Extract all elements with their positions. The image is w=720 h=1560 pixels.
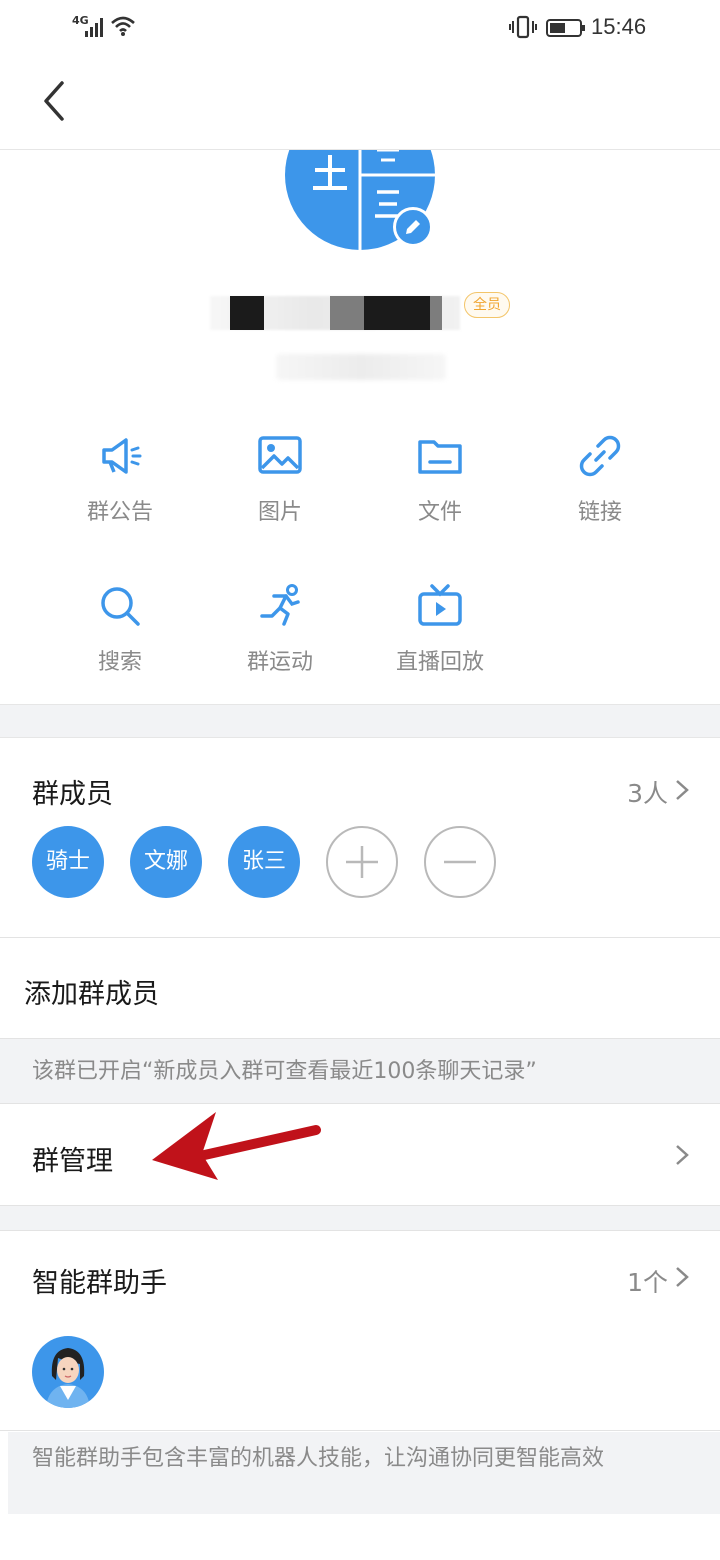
wifi-icon	[111, 16, 135, 36]
assistant-avatar[interactable]	[32, 1336, 104, 1408]
tv-play-icon	[418, 584, 462, 626]
image-icon	[258, 436, 302, 474]
section-gap	[0, 704, 720, 738]
func-links[interactable]: 链接	[520, 420, 680, 540]
members-count: 3人	[627, 779, 668, 808]
group-manage-row[interactable]: 群管理	[0, 1105, 720, 1205]
assistant-description: 智能群助手包含丰富的机器人技能，让沟通协同更智能高效	[8, 1432, 720, 1514]
chevron-left-icon	[44, 81, 64, 121]
link-icon	[579, 435, 621, 477]
member-avatar[interactable]: 骑士	[32, 826, 104, 898]
plus-icon	[346, 846, 378, 878]
add-member-row[interactable]: 添加群成员	[0, 938, 720, 1038]
func-sport[interactable]: 群运动	[200, 570, 360, 690]
func-images[interactable]: 图片	[200, 420, 360, 540]
add-member-label: 添加群成员	[24, 979, 159, 1010]
search-icon	[101, 587, 140, 626]
running-icon	[260, 584, 300, 626]
vibrate-icon	[509, 15, 537, 39]
func-label: 群公告	[86, 500, 153, 525]
func-label: 直播回放	[395, 650, 484, 675]
assistant-section: 智能群助手 1个	[0, 1231, 720, 1431]
signal-icon	[85, 18, 103, 37]
section-gap	[0, 1205, 720, 1231]
annotation-arrow	[152, 1112, 321, 1180]
remove-member-button[interactable]	[424, 826, 496, 898]
clock: 15:46	[591, 14, 647, 39]
group-subtitle-redacted	[276, 354, 446, 380]
func-announcement[interactable]: 群公告	[40, 420, 200, 540]
megaphone-icon	[102, 438, 142, 474]
func-live-replay[interactable]: 直播回放	[360, 570, 520, 690]
func-search[interactable]: 搜索	[40, 570, 200, 690]
func-label: 文件	[417, 500, 462, 525]
history-notice-bar: 该群已开启“新成员入群可查看最近100条聊天记录”	[0, 1038, 720, 1104]
chevron-right-icon	[676, 1267, 689, 1287]
assistant-header[interactable]: 智能群助手 1个	[0, 1231, 720, 1321]
back-button[interactable]	[30, 76, 80, 126]
minus-icon	[444, 860, 476, 864]
members-header[interactable]: 群成员 3人	[0, 738, 720, 818]
member-avatar[interactable]: 文娜	[130, 826, 202, 898]
status-bar: 4G 15:46	[0, 0, 720, 56]
assistant-count: 1个	[627, 1268, 668, 1297]
chevron-right-icon	[676, 1145, 689, 1165]
edit-avatar-button[interactable]	[393, 207, 433, 247]
pencil-icon	[406, 220, 420, 234]
group-name-row: 全员	[0, 284, 720, 334]
redaction-block	[230, 296, 264, 330]
history-notice: 该群已开启“新成员入群可查看最近100条聊天记录”	[32, 1059, 537, 1084]
group-manage-label: 群管理	[32, 1146, 113, 1177]
folder-icon	[418, 440, 462, 474]
func-label: 群运动	[246, 650, 313, 675]
nav-bar	[0, 56, 720, 150]
battery-icon	[546, 19, 585, 37]
chevron-right-icon	[676, 780, 689, 800]
divider	[0, 1430, 720, 1431]
func-files[interactable]: 文件	[360, 420, 520, 540]
add-member-button[interactable]	[326, 826, 398, 898]
redaction-block	[364, 296, 430, 330]
member-avatar[interactable]: 张三	[228, 826, 300, 898]
assistant-title: 智能群助手	[32, 1268, 167, 1299]
func-label: 链接	[577, 500, 622, 525]
redaction-block	[330, 296, 364, 330]
redaction-block	[430, 296, 442, 330]
all-members-badge: 全员	[464, 292, 510, 318]
members-title: 群成员	[32, 779, 113, 810]
assistant-robot-avatar-icon	[46, 1348, 90, 1408]
func-label: 搜索	[97, 650, 142, 675]
func-label: 图片	[257, 500, 302, 525]
